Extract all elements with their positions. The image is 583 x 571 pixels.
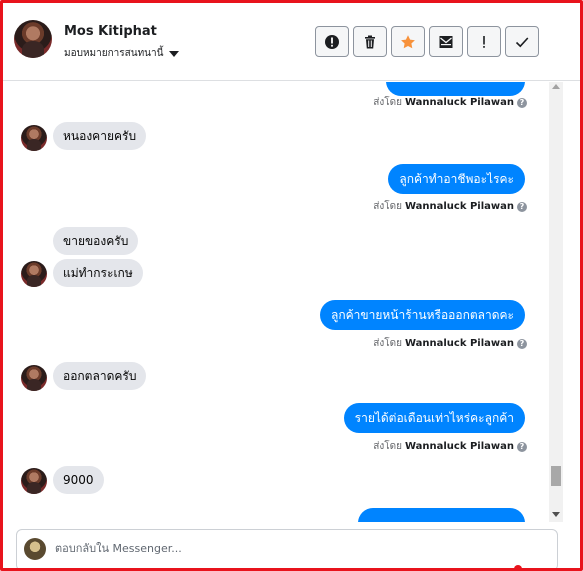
- help-icon[interactable]: ?: [517, 441, 527, 452]
- assign-conversation-dropdown[interactable]: มอบหมายการสนทนานี้: [64, 46, 180, 61]
- contact-avatar[interactable]: [14, 20, 52, 58]
- help-icon[interactable]: ?: [517, 338, 527, 349]
- trash-icon: [365, 35, 375, 48]
- star-icon: [401, 34, 415, 48]
- outgoing-message-bubble[interactable]: ลูกค้าทำอาชีพอะไรคะ: [388, 164, 525, 194]
- contact-name[interactable]: Mos Kitiphat: [64, 24, 157, 39]
- thread-scrollbar[interactable]: [549, 82, 563, 522]
- check-icon: [515, 36, 529, 47]
- sender-avatar[interactable]: [21, 468, 47, 494]
- sender-avatar[interactable]: [21, 365, 47, 391]
- reply-input[interactable]: [55, 542, 535, 555]
- sent-by-label: ส่งโดย Wannaluck Pilawan?: [373, 439, 527, 454]
- incoming-message-bubble[interactable]: 9000: [53, 466, 104, 494]
- exclamation-icon: [483, 35, 485, 48]
- conversation-header: Mos Kitiphat มอบหมายการสนทนานี้: [3, 3, 580, 81]
- delete-button[interactable]: [353, 26, 387, 57]
- incoming-message-bubble[interactable]: ขายของครับ: [53, 227, 139, 255]
- sent-by-label: ส่งโดย Wannaluck Pilawan?: [373, 199, 527, 214]
- sent-by-label: ส่งโดย Wannaluck Pilawan?: [373, 95, 527, 110]
- scrollbar-thumb[interactable]: [551, 466, 561, 486]
- sender-avatar[interactable]: [21, 261, 47, 287]
- reply-composer: [16, 529, 558, 568]
- sent-by-label: ส่งโดย Wannaluck Pilawan?: [373, 336, 527, 351]
- message-thread[interactable]: ส่งโดย Wannaluck Pilawan? หนองคายครับ ลูก…: [3, 82, 563, 522]
- help-icon[interactable]: ?: [517, 201, 527, 212]
- scroll-down-arrow-icon[interactable]: [552, 512, 560, 517]
- help-icon[interactable]: ?: [517, 97, 527, 108]
- incoming-message-bubble[interactable]: ออกตลาดครับ: [53, 362, 147, 390]
- mark-unread-button[interactable]: [429, 26, 463, 57]
- assign-label: มอบหมายการสนทนานี้: [64, 48, 164, 59]
- incoming-message-bubble[interactable]: แม่ทำกระเกษ: [53, 259, 143, 287]
- action-toolbar: [315, 26, 539, 57]
- star-button[interactable]: [391, 26, 425, 57]
- spam-button[interactable]: [467, 26, 501, 57]
- sender-avatar[interactable]: [21, 125, 47, 151]
- outgoing-message-bubble[interactable]: ลูกค้าขายหน้าร้านหรือออกตลาดคะ: [320, 300, 525, 330]
- page-avatar: [24, 538, 46, 560]
- done-button[interactable]: [505, 26, 539, 57]
- report-button[interactable]: [315, 26, 349, 57]
- alert-circle-icon: [325, 34, 339, 49]
- outgoing-message-bubble[interactable]: รายได้ต่อเดือนเท่าไหร่คะลูกค้า: [343, 403, 525, 433]
- outgoing-message-bubble[interactable]: [358, 508, 525, 522]
- scroll-up-arrow-icon[interactable]: [552, 84, 560, 89]
- caret-down-icon: [169, 50, 180, 57]
- incoming-message-bubble[interactable]: หนองคายครับ: [53, 122, 147, 150]
- notification-dot: [514, 565, 522, 568]
- messenger-frame: Mos Kitiphat มอบหมายการสนทนานี้ ส่งโดย W…: [0, 0, 583, 571]
- outgoing-message-bubble[interactable]: [386, 82, 525, 96]
- envelope-icon: [439, 35, 453, 48]
